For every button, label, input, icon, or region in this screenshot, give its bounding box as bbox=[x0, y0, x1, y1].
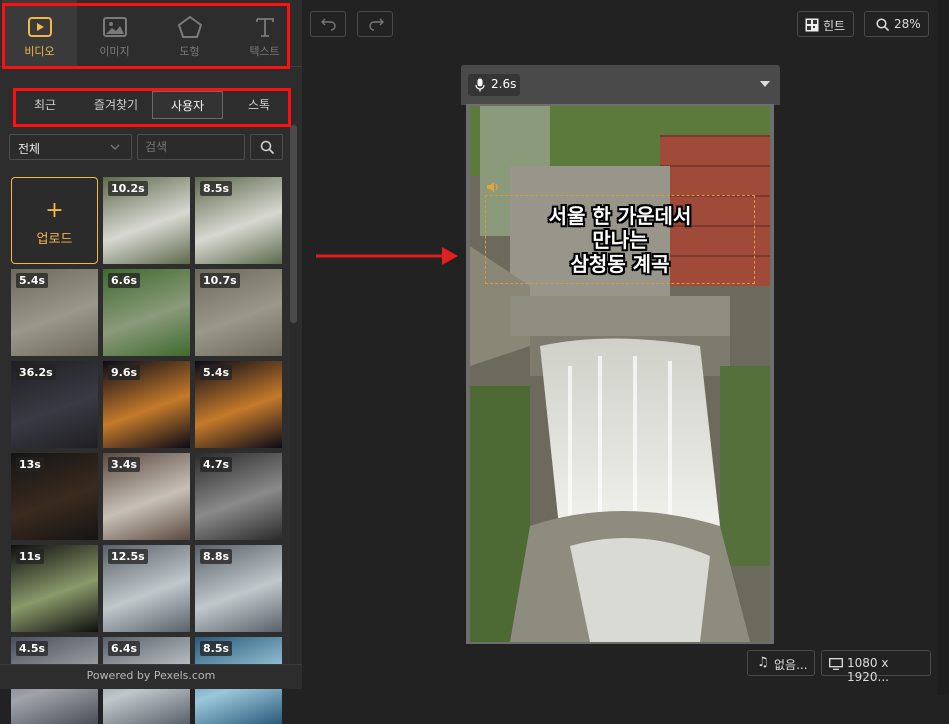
media-thumbnail[interactable]: 10.7s bbox=[195, 269, 282, 356]
thumbnail-duration: 8.8s bbox=[200, 549, 233, 564]
subtab-favorites[interactable]: 즐겨찾기 bbox=[82, 91, 150, 119]
tab-image-label: 이미지 bbox=[99, 45, 130, 58]
monitor-icon bbox=[829, 658, 843, 670]
video-preview-image bbox=[470, 106, 770, 642]
tab-video[interactable]: 비디오 bbox=[2, 0, 77, 66]
media-panel: 비디오 이미지 도형 텍스트 최근 즐겨찾기 사용자 스톡 전체 검색 + 업로… bbox=[0, 0, 302, 724]
microphone-icon bbox=[475, 78, 485, 92]
tab-text-label: 텍스트 bbox=[249, 45, 280, 58]
resolution-label: 1080 x 1920... bbox=[847, 656, 889, 684]
tab-shape-label: 도형 bbox=[179, 45, 200, 58]
hint-label: 힌트 bbox=[823, 19, 846, 33]
subtitle-line-3: 삼청동 계곡 bbox=[570, 252, 670, 276]
thumbnail-duration: 5.4s bbox=[16, 273, 49, 288]
powered-by-link[interactable]: Powered by Pexels.com bbox=[0, 669, 302, 682]
thumbnail-duration: 12.5s bbox=[108, 549, 148, 564]
media-thumbnail[interactable]: 5.4s bbox=[11, 269, 98, 356]
arrow-annotation bbox=[316, 247, 458, 265]
thumbnail-duration: 9.6s bbox=[108, 365, 141, 380]
subtitle-textbox[interactable]: 서울 한 가운데서 만나는 삼청동 계곡 bbox=[485, 195, 755, 284]
redo-button[interactable] bbox=[357, 11, 393, 37]
media-thumbnail[interactable]: 36.2s bbox=[11, 361, 98, 448]
tab-shape[interactable]: 도형 bbox=[152, 0, 227, 66]
thumbnail-duration: 8.5s bbox=[200, 181, 233, 196]
search-input[interactable] bbox=[137, 134, 245, 160]
media-thumbnail[interactable]: 12.5s bbox=[103, 545, 190, 632]
text-icon bbox=[256, 18, 274, 37]
category-select[interactable]: 전체 bbox=[9, 134, 132, 160]
thumbnail-duration: 5.4s bbox=[200, 365, 233, 380]
video-icon bbox=[28, 17, 52, 37]
video-frame: 서울 한 가운데서 만나는 삼청동 계곡 bbox=[466, 104, 774, 644]
redo-icon bbox=[369, 18, 384, 31]
footer: Powered by Pexels.com bbox=[0, 664, 302, 689]
zoom-icon bbox=[876, 18, 890, 32]
hint-icon bbox=[805, 18, 819, 32]
right-edge bbox=[938, 0, 949, 695]
upload-button[interactable]: + 업로드 bbox=[11, 177, 98, 264]
subtitle-line-2: 만나는 bbox=[592, 228, 648, 252]
category-select-value: 전체 bbox=[18, 142, 41, 156]
media-thumbnail[interactable]: 9.6s bbox=[103, 361, 190, 448]
subtab-user[interactable]: 사용자 bbox=[152, 91, 223, 119]
pentagon-icon bbox=[178, 16, 202, 38]
thumbnail-duration: 36.2s bbox=[16, 365, 56, 380]
image-icon bbox=[103, 17, 127, 37]
audio-label: 없음... bbox=[774, 658, 808, 672]
media-thumbnail[interactable]: 4.7s bbox=[195, 453, 282, 540]
music-note-icon: ♫ bbox=[757, 655, 769, 670]
divider bbox=[0, 66, 302, 67]
caret-down-icon[interactable] bbox=[760, 81, 770, 87]
undo-button[interactable] bbox=[310, 11, 346, 37]
subtab-stock[interactable]: 스톡 bbox=[234, 91, 284, 119]
subtitle-text: 서울 한 가운데서 만나는 삼청동 계곡 bbox=[486, 204, 754, 276]
scrollbar-track[interactable] bbox=[290, 125, 297, 665]
tab-video-label: 비디오 bbox=[24, 45, 55, 58]
media-thumbnail[interactable]: 8.5s bbox=[195, 177, 282, 264]
thumbnail-duration: 8.5s bbox=[200, 641, 233, 656]
thumbnail-duration: 6.6s bbox=[108, 273, 141, 288]
media-thumbnail[interactable]: 13s bbox=[11, 453, 98, 540]
thumbnail-duration: 10.7s bbox=[200, 273, 240, 288]
clip-duration: 2.6s bbox=[491, 77, 517, 91]
audio-button[interactable]: ♫ 없음... bbox=[747, 650, 815, 676]
speaker-icon[interactable] bbox=[486, 181, 500, 193]
plus-icon: + bbox=[45, 198, 64, 223]
media-thumbnail[interactable]: 10.2s bbox=[103, 177, 190, 264]
resolution-button[interactable]: 1080 x 1920... bbox=[821, 650, 931, 684]
thumbnail-duration: 13s bbox=[16, 457, 44, 472]
media-thumbnail[interactable]: 6.6s bbox=[103, 269, 190, 356]
zoom-level: 28% bbox=[894, 17, 921, 31]
search-button[interactable] bbox=[250, 134, 283, 160]
media-thumbnail[interactable]: 3.4s bbox=[103, 453, 190, 540]
thumbnail-duration: 6.4s bbox=[108, 641, 141, 656]
hint-button[interactable]: 힌트 bbox=[797, 11, 854, 37]
thumbnail-duration: 3.4s bbox=[108, 457, 141, 472]
upload-label: 업로드 bbox=[36, 232, 73, 247]
media-thumbnail[interactable]: 5.4s bbox=[195, 361, 282, 448]
media-thumbnail[interactable]: 11s bbox=[11, 545, 98, 632]
clip-header[interactable]: 2.6s bbox=[461, 65, 780, 105]
media-thumbnail[interactable]: 8.8s bbox=[195, 545, 282, 632]
tab-image[interactable]: 이미지 bbox=[77, 0, 152, 66]
zoom-button[interactable]: 28% bbox=[864, 11, 929, 37]
thumbnail-duration: 10.2s bbox=[108, 181, 148, 196]
chevron-down-icon bbox=[110, 144, 120, 150]
thumbnail-duration: 4.5s bbox=[16, 641, 49, 656]
tab-text[interactable]: 텍스트 bbox=[227, 0, 302, 66]
subtitle-line-1: 서울 한 가운데서 bbox=[548, 204, 692, 228]
scrollbar-thumb[interactable] bbox=[290, 125, 297, 323]
thumbnail-duration: 4.7s bbox=[200, 457, 233, 472]
subtab-recent[interactable]: 최근 bbox=[20, 91, 70, 119]
thumbnail-duration: 11s bbox=[16, 549, 44, 564]
clip-duration-badge: 2.6s bbox=[468, 74, 520, 96]
search-icon bbox=[260, 140, 275, 155]
undo-icon bbox=[321, 18, 336, 31]
